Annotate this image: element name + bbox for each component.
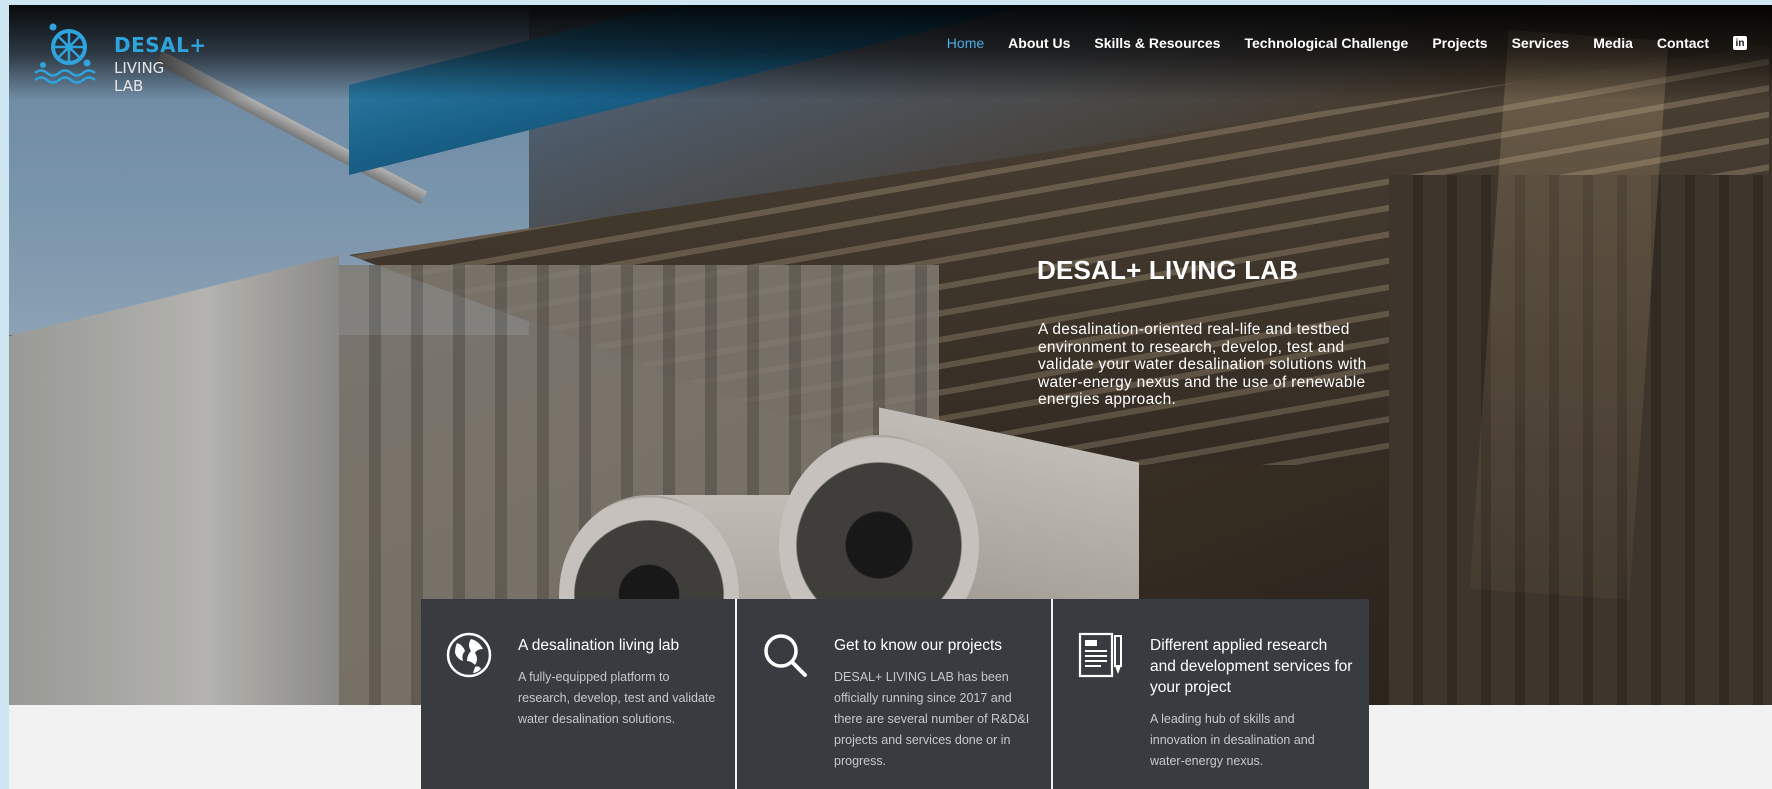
- nav-item-about-us[interactable]: About Us: [1008, 35, 1070, 51]
- nav-item-media[interactable]: Media: [1593, 35, 1633, 51]
- feature-card-title: Get to know our projects: [834, 637, 1002, 654]
- nav-item-home[interactable]: Home: [947, 35, 984, 51]
- magnifier-icon: [764, 634, 807, 677]
- main-navigation: Home About Us Skills & Resources Technol…: [947, 31, 1772, 55]
- nav-item-projects[interactable]: Projects: [1432, 35, 1487, 51]
- feature-card[interactable]: A desalination living lab A fully-equipp…: [421, 599, 737, 789]
- feature-card[interactable]: Get to know our projects DESAL+ LIVING L…: [737, 599, 1053, 789]
- hero-subtitle: A desalination-oriented real-life and te…: [1038, 321, 1367, 408]
- logo-text-primary: DESAL+: [114, 33, 207, 57]
- feature-card[interactable]: Different applied research and developme…: [1053, 599, 1369, 789]
- feature-cards: A desalination living lab A fully-equipp…: [421, 599, 1369, 789]
- feature-card-title: A desalination living lab: [518, 637, 680, 654]
- wheel-waves-logo-icon: [34, 23, 96, 84]
- feature-card-text: DESAL+ LIVING LAB has been officially ru…: [834, 670, 1030, 768]
- hero-title: DESAL+ LIVING LAB: [1037, 255, 1299, 285]
- nav-item-technological-challenge[interactable]: Technological Challenge: [1244, 35, 1408, 51]
- feature-card-title: Different applied research and developme…: [1150, 637, 1353, 696]
- nav-item-contact[interactable]: Contact: [1657, 35, 1709, 51]
- globe-icon: [446, 632, 492, 678]
- nav-item-skills-resources[interactable]: Skills & Resources: [1094, 35, 1220, 51]
- feature-card-text: A fully-equipped platform to research, d…: [518, 670, 716, 726]
- page-frame: DESAL+ LIVING LAB A desalination-oriente…: [9, 5, 1772, 789]
- document-pen-icon: [1078, 632, 1122, 678]
- linkedin-icon[interactable]: in: [1733, 36, 1747, 50]
- logo-text-secondary: LIVING LAB: [114, 59, 165, 95]
- site-logo[interactable]: DESAL+ LIVING LAB: [31, 19, 206, 95]
- feature-card-text: A leading hub of skills and innovation i…: [1150, 712, 1315, 768]
- nav-item-services[interactable]: Services: [1512, 35, 1570, 51]
